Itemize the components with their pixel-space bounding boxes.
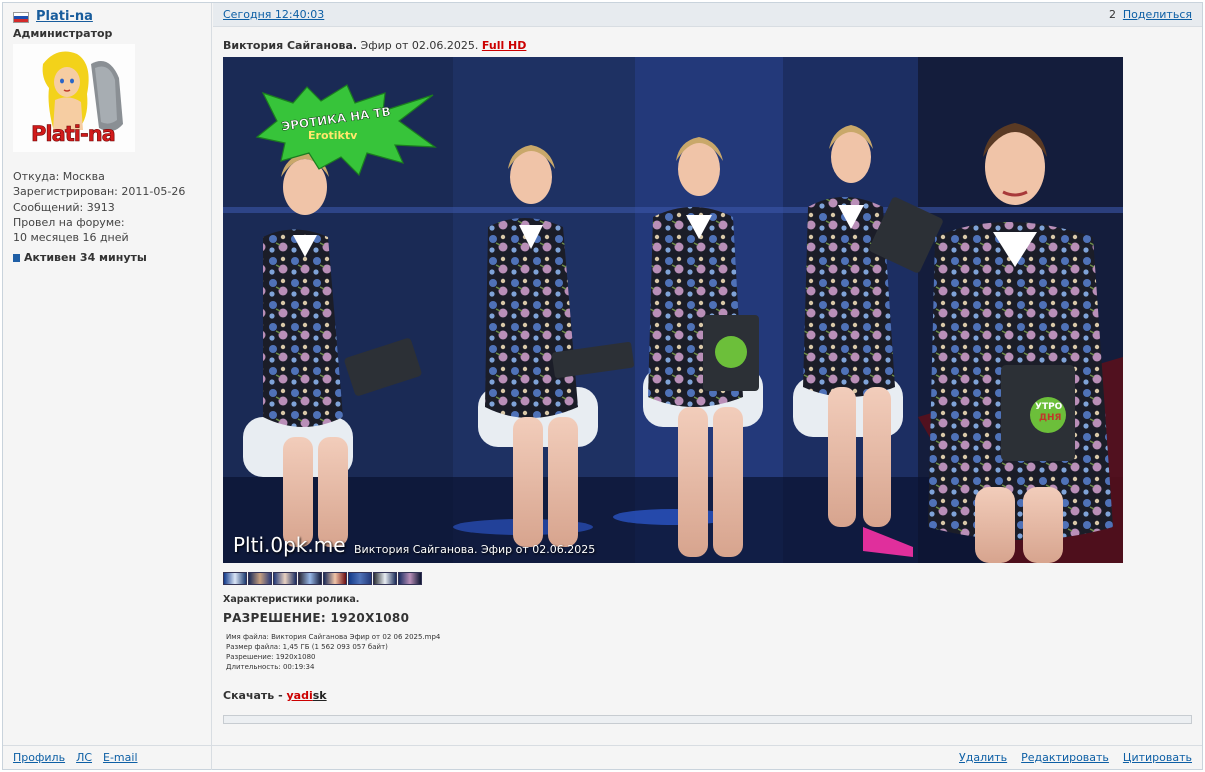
post-number: 2: [1109, 8, 1116, 21]
post-footer-author-links: Профиль ЛС E-mail: [3, 746, 212, 770]
post-actions: Удалить Редактировать Цитировать: [959, 751, 1192, 764]
post-signature-divider: [223, 715, 1192, 724]
thumbnail[interactable]: [223, 572, 247, 585]
thumbnail[interactable]: [298, 572, 322, 585]
specs-heading: Характеристики ролика.: [223, 594, 360, 605]
download-line: Скачать - yadisk: [223, 689, 327, 702]
thumbnail[interactable]: [273, 572, 297, 585]
yadisk-link-part-a[interactable]: yadi: [287, 689, 313, 702]
avatar-logo-text: Plati-na: [31, 122, 116, 147]
file-duration: Длительность: 00:19:34: [226, 663, 315, 671]
post-footer: Профиль ЛС E-mail Удалить Редактировать …: [3, 745, 1202, 770]
file-details: Имя файла: Виктория Сайганова Эфир от 02…: [226, 632, 440, 672]
author-details: Откуда: Москва Зарегистрирован: 2011-05-…: [13, 169, 185, 245]
file-name: Имя файла: Виктория Сайганова Эфир от 02…: [226, 633, 441, 641]
share-link[interactable]: Поделиться: [1123, 8, 1192, 21]
email-link[interactable]: E-mail: [103, 751, 138, 764]
author-post-count: Сообщений: 3913: [13, 200, 115, 214]
post-header: Сегодня 12:40:03 2 Поделиться: [213, 3, 1202, 27]
author-time-on-forum: 10 месяцев 16 дней: [13, 231, 129, 245]
specs-resolution: РАЗРЕШЕНИЕ: 1920X1080: [223, 611, 410, 625]
thumbnail[interactable]: [398, 572, 422, 585]
yadisk-link-part-b[interactable]: sk: [313, 689, 327, 702]
post-title-name: Виктория Сайганова.: [223, 39, 358, 52]
thumbnail[interactable]: [373, 572, 397, 585]
download-label: Скачать -: [223, 689, 287, 702]
post-date-link[interactable]: Сегодня 12:40:03: [223, 8, 324, 21]
author-avatar[interactable]: Plati-na: [13, 44, 135, 152]
thumbnail[interactable]: [348, 572, 372, 585]
author-time-on-forum-label: Провел на форуме:: [13, 215, 125, 229]
video-watermark: Plti.0pk.me: [233, 533, 346, 557]
author-registered: Зарегистрирован: 2011-05-26: [13, 185, 186, 199]
author-role: Администратор: [13, 27, 113, 40]
tablet-label-top: УТРО: [1035, 402, 1063, 412]
post-author-sidebar: Plati-na Администратор Plati-na Откуда: …: [3, 3, 212, 745]
quote-link[interactable]: Цитировать: [1123, 751, 1192, 764]
online-indicator-icon: [13, 254, 20, 262]
author-name-link[interactable]: Plati-na: [36, 9, 93, 24]
forum-post: Plati-na Администратор Plati-na Откуда: …: [2, 2, 1203, 770]
russia-flag-icon: [13, 12, 29, 23]
thumbnail[interactable]: [323, 572, 347, 585]
post-title-date: Эфир от 02.06.2025.: [357, 39, 482, 52]
full-hd-link[interactable]: Full HD: [482, 39, 527, 52]
file-size: Размер файла: 1,45 ГБ (1 562 093 057 бай…: [226, 643, 388, 651]
author-activity-status: Активен 34 минуты: [13, 251, 147, 264]
video-preview-image[interactable]: ЭРОТИКА НА ТВ Erotiktv УТРО ДНЯ Plti.0pk…: [223, 57, 1123, 563]
post-content: Сегодня 12:40:03 2 Поделиться Виктория С…: [213, 3, 1202, 745]
edit-link[interactable]: Редактировать: [1021, 751, 1109, 764]
delete-link[interactable]: Удалить: [959, 751, 1007, 764]
yadisk-download-link[interactable]: yadisk: [287, 689, 327, 702]
erotiktv-logo-bottom: Erotiktv: [308, 129, 358, 142]
file-resolution: Разрешение: 1920x1080: [226, 653, 316, 661]
author-location: Откуда: Москва: [13, 170, 105, 183]
tablet-label-bottom: ДНЯ: [1039, 413, 1062, 423]
video-caption: Виктория Сайганова. Эфир от 02.06.2025: [354, 543, 596, 556]
private-message-link[interactable]: ЛС: [76, 751, 92, 764]
thumbnail-strip[interactable]: [223, 572, 422, 586]
activity-text: Активен 34 минуты: [24, 251, 147, 264]
thumbnail[interactable]: [248, 572, 272, 585]
post-title: Виктория Сайганова. Эфир от 02.06.2025. …: [223, 39, 526, 52]
profile-link[interactable]: Профиль: [13, 751, 65, 764]
